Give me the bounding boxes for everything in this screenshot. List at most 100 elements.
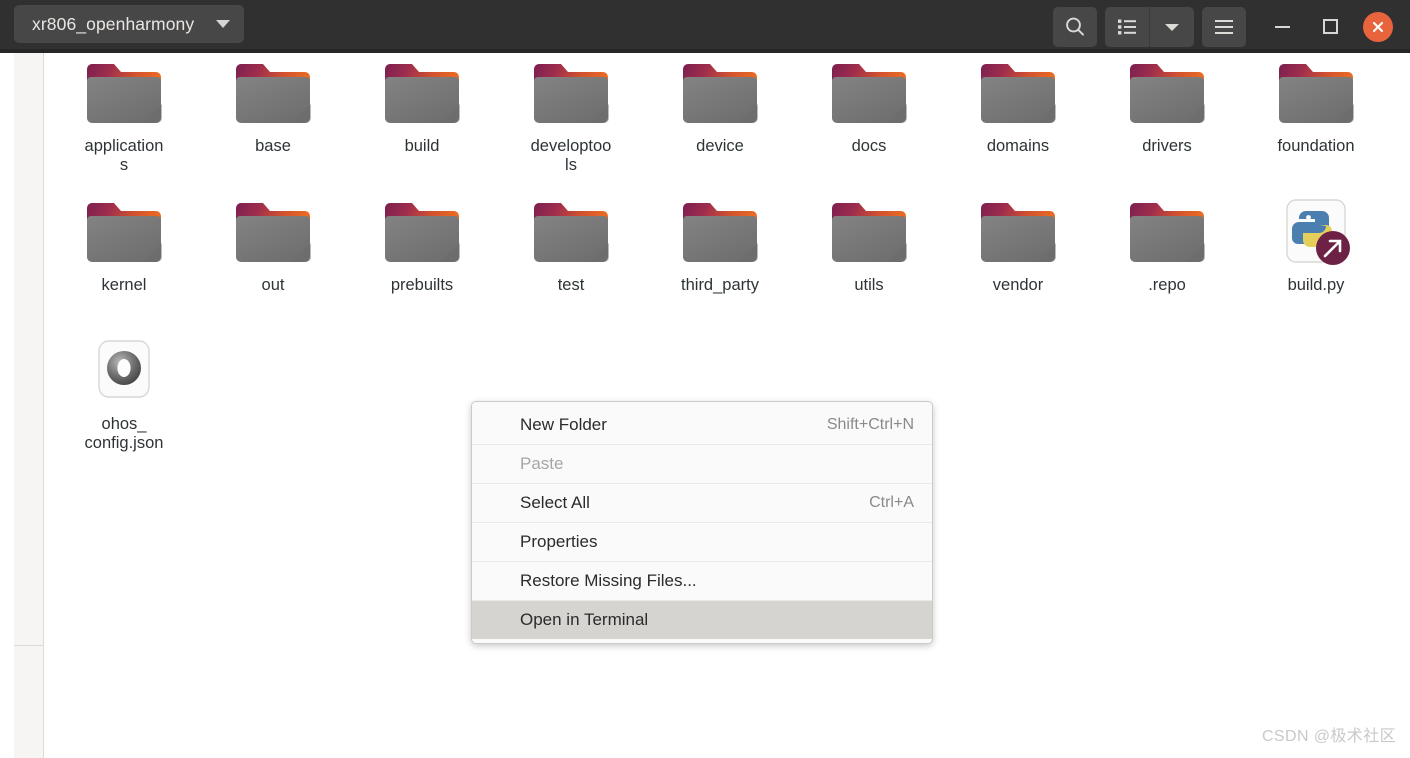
folder-icon <box>1130 64 1205 123</box>
file-icon-graphic <box>804 198 934 272</box>
file-icon-foundation[interactable]: foundation <box>1251 59 1381 156</box>
watermark-text: CSDN @极术社区 <box>1261 728 1396 745</box>
file-icon-graphic <box>1251 59 1381 133</box>
context-menu-item-select-all[interactable]: Select All Ctrl+A <box>472 483 932 522</box>
file-icon-label: ohos_ config.json <box>84 415 164 453</box>
file-icon-kernel[interactable]: kernel <box>59 198 189 295</box>
chevron-down-icon <box>1165 23 1179 31</box>
file-icon-drivers[interactable]: drivers <box>1102 59 1232 156</box>
search-button[interactable] <box>1053 6 1097 47</box>
folder-icon <box>683 203 758 262</box>
file-icon-label: vendor <box>992 276 1044 294</box>
folder-icon <box>683 64 758 123</box>
context-menu[interactable]: New Folder Shift+Ctrl+N Paste Select All Ctr… <box>471 401 933 644</box>
folder-icon <box>1130 203 1205 262</box>
file-icon-label: developtoo ls <box>530 137 612 175</box>
context-menu-item-label: Restore Missing Files... <box>520 571 697 590</box>
python-script-icon <box>1286 199 1350 265</box>
context-menu-item-properties[interactable]: Properties <box>472 522 932 561</box>
file-icon-label: application s <box>84 137 164 175</box>
folder-icon <box>385 203 460 262</box>
file-icon-developtools[interactable]: developtoo ls <box>506 59 636 175</box>
file-icon-applications[interactable]: application s <box>59 59 189 175</box>
file-icon-third_party[interactable]: third_party <box>655 198 785 295</box>
file-icon-label: .repo <box>1148 276 1186 294</box>
file-icon-vendor[interactable]: vendor <box>953 198 1083 295</box>
file-icon-label: utils <box>854 276 884 294</box>
file-icon-docs[interactable]: docs <box>804 59 934 156</box>
sidebar-places-panel[interactable] <box>14 53 44 758</box>
file-icon-graphic <box>655 59 785 133</box>
folder-icon <box>981 203 1056 262</box>
file-icon-label: device <box>696 137 744 155</box>
folder-icon <box>981 64 1056 123</box>
file-icon-.repo[interactable]: .repo <box>1102 198 1232 295</box>
hamburger-menu-icon <box>1215 19 1233 34</box>
titlebar-controls <box>1053 0 1410 53</box>
file-icon-prebuilts[interactable]: prebuilts <box>357 198 487 295</box>
path-tab-button[interactable]: xr806_openharmony <box>14 5 245 43</box>
file-icon-label: build <box>404 137 440 155</box>
file-icon-label: drivers <box>1142 137 1192 155</box>
folder-icon <box>1279 64 1354 123</box>
close-button-circle <box>1363 11 1393 42</box>
json-file-icon <box>98 340 150 398</box>
file-icon-label: base <box>255 137 291 155</box>
file-icon-graphic <box>59 337 189 411</box>
context-menu-item-open-in-terminal[interactable]: Open in Terminal <box>472 600 932 639</box>
file-icon-graphic <box>59 59 189 133</box>
context-menu-item-shortcut: Ctrl+A <box>869 494 914 511</box>
file-icon-device[interactable]: device <box>655 59 785 156</box>
file-manager-window: xr806_openharmony application s base bui… <box>0 0 1410 758</box>
titlebar: xr806_openharmony <box>0 0 1410 53</box>
context-menu-item-label: Properties <box>520 532 598 551</box>
file-icon-label: test <box>557 276 585 294</box>
window-left-gutter <box>0 53 14 758</box>
file-icon-build[interactable]: build <box>357 59 487 156</box>
context-menu-item-restore-missing-files[interactable]: Restore Missing Files... <box>472 561 932 600</box>
maximize-button[interactable] <box>1306 7 1354 47</box>
context-menu-item-label: Select All <box>520 493 590 512</box>
folder-icon <box>832 203 907 262</box>
minimize-button[interactable] <box>1258 7 1306 47</box>
file-icon-label: kernel <box>101 276 147 294</box>
context-menu-item-label: Paste <box>520 454 564 473</box>
file-icon-label: build.py <box>1287 276 1345 294</box>
folder-icon <box>236 64 311 123</box>
sidebar-section-divider <box>14 645 44 646</box>
close-icon <box>1372 21 1384 32</box>
file-icon-graphic <box>357 59 487 133</box>
file-icon-graphic <box>208 198 338 272</box>
file-icon-build.py[interactable]: build.py <box>1251 198 1381 295</box>
file-icon-out[interactable]: out <box>208 198 338 295</box>
file-icon-graphic <box>506 198 636 272</box>
file-icon-graphic <box>506 59 636 133</box>
chevron-down-icon <box>216 20 231 28</box>
file-icon-label: out <box>261 276 285 294</box>
file-icon-utils[interactable]: utils <box>804 198 934 295</box>
context-menu-item-new-folder[interactable]: New Folder Shift+Ctrl+N <box>472 405 932 444</box>
file-icon-graphic <box>1102 59 1232 133</box>
folder-icon <box>87 203 162 262</box>
file-icon-label: docs <box>851 137 887 155</box>
view-options-dropdown-button[interactable] <box>1150 7 1194 47</box>
file-icon-label: foundation <box>1277 137 1355 155</box>
folder-icon <box>236 203 311 262</box>
list-view-icon <box>1118 19 1136 34</box>
file-icon-test[interactable]: test <box>506 198 636 295</box>
folder-icon <box>534 64 609 123</box>
file-icon-graphic <box>357 198 487 272</box>
list-view-button[interactable] <box>1105 7 1149 47</box>
main-menu-button[interactable] <box>1202 6 1246 47</box>
close-button[interactable] <box>1354 7 1402 47</box>
file-icon-domains[interactable]: domains <box>953 59 1083 156</box>
file-icon-graphic <box>59 198 189 272</box>
file-icon-label: domains <box>986 137 1050 155</box>
context-menu-item-label: New Folder <box>520 414 607 434</box>
file-icon-base[interactable]: base <box>208 59 338 156</box>
file-icon-label: third_party <box>681 276 759 294</box>
file-icon-graphic <box>1102 198 1232 272</box>
file-icon-ohos_config.json[interactable]: ohos_ config.json <box>59 337 189 453</box>
context-menu-item-label: Open in Terminal <box>520 610 649 629</box>
file-icon-label: prebuilts <box>390 276 454 294</box>
